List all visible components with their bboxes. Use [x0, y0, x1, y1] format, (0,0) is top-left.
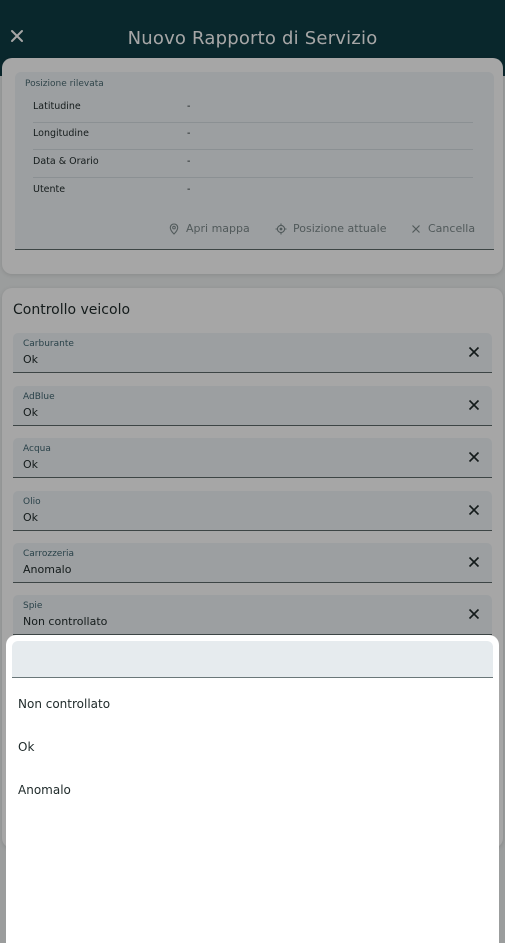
option-anomalo[interactable]: Anomalo [18, 783, 71, 797]
option-ok[interactable]: Ok [18, 740, 34, 754]
options-bottom-sheet: Non controllato Ok Anomalo [6, 635, 499, 943]
options-search-input[interactable] [12, 641, 493, 678]
option-non-controllato[interactable]: Non controllato [18, 697, 110, 711]
